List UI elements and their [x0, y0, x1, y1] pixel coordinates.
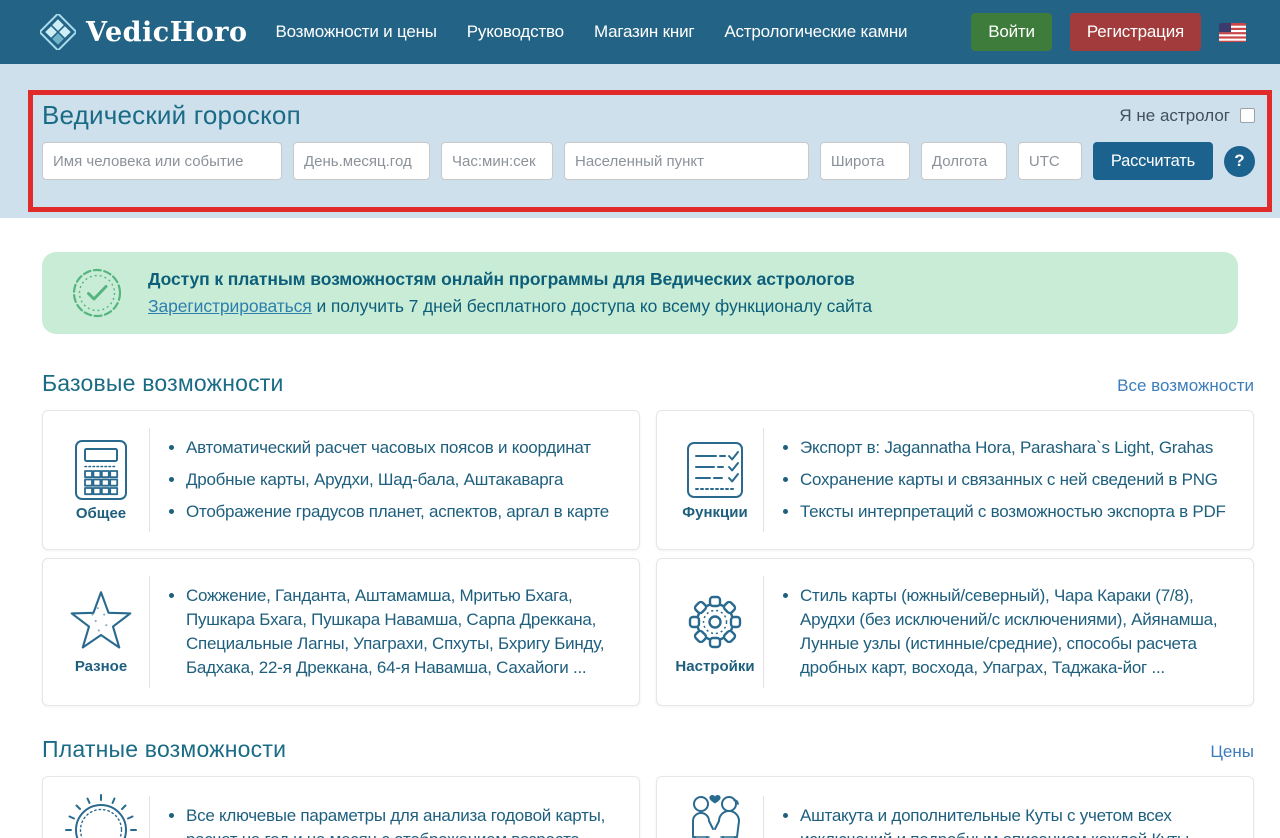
nav-actions: Войти Регистрация [971, 13, 1246, 51]
latitude-input[interactable] [820, 142, 910, 180]
us-flag-icon[interactable] [1219, 23, 1246, 42]
feature-list: Сожжение, Ганданта, Аштамамша, Мритью Бх… [150, 576, 625, 688]
basic-features-header: Базовые возможности Все возможности [42, 370, 1254, 397]
time-input[interactable] [441, 142, 553, 180]
basic-features-cards: Общее Автоматический расчет часовых пояс… [42, 410, 1254, 706]
nav-item-features-prices[interactable]: Возможности и цены [275, 22, 436, 42]
paid-features-title: Платные возможности [42, 736, 286, 763]
feature-bullet: Отображение градусов планет, аспектов, а… [186, 500, 609, 524]
star-icon [66, 589, 136, 655]
login-button[interactable]: Войти [971, 13, 1052, 51]
feature-bullet: Сожжение, Ганданта, Аштамамша, Мритью Бх… [186, 584, 625, 680]
basic-features-title: Базовые возможности [42, 370, 284, 397]
brand-logo[interactable]: VedicHoro [40, 14, 247, 50]
register-link[interactable]: Зарегистрироваться [148, 296, 312, 316]
trial-banner: Доступ к платным возможностям онлайн про… [42, 252, 1238, 334]
feature-bullet: Экспорт в: Jagannatha Hora, Parashara`s … [800, 436, 1226, 460]
feature-bullet: Аштакута и дополнительные Куты с учетом … [800, 804, 1239, 838]
city-input[interactable] [564, 142, 809, 180]
card-functions: Функции Экспорт в: Jagannatha Hora, Para… [656, 410, 1254, 550]
gear-icon [682, 589, 748, 655]
card-label: Общее [76, 505, 126, 522]
banner-subtitle: Зарегистрироваться и получить 7 дней бес… [148, 293, 872, 320]
name-input[interactable] [42, 142, 282, 180]
horoscope-form: Рассчитать ? [42, 142, 1255, 180]
calculate-button[interactable]: Рассчитать [1093, 142, 1213, 180]
feature-list: Стиль карты (южный/северный), Чара Карак… [764, 576, 1239, 688]
feature-bullet: Дробные карты, Арудхи, Шад-бала, Аштакав… [186, 468, 609, 492]
badge-check-icon [70, 266, 124, 320]
not-astrologer-checkbox[interactable] [1240, 108, 1255, 123]
card-label: Функции [682, 504, 747, 521]
vedichoro-logo-icon [40, 14, 76, 50]
not-astrologer-label: Я не астролог [1119, 106, 1230, 126]
not-astrologer-row: Я не астролог [1119, 106, 1255, 126]
nav-item-bookstore[interactable]: Магазин книг [594, 22, 694, 42]
feature-list: Все ключевые параметры для анализа годов… [150, 796, 625, 838]
couple-icon [677, 791, 753, 838]
longitude-input[interactable] [921, 142, 1007, 180]
prices-link[interactable]: Цены [1210, 742, 1254, 762]
card-misc: Разное Сожжение, Ганданта, Аштамамша, Мр… [42, 558, 640, 706]
navbar: VedicHoro Возможности и цены Руководство… [0, 0, 1280, 64]
page-title: Ведический гороскоп [42, 100, 301, 131]
feature-list: Экспорт в: Jagannatha Hora, Parashara`s … [764, 428, 1226, 532]
feature-bullet: Тексты интерпретаций с возможностью эксп… [800, 500, 1226, 524]
feature-list: Аштакута и дополнительные Куты с учетом … [764, 796, 1239, 838]
card-settings: Настройки Стиль карты (южный/северный), … [656, 558, 1254, 706]
all-features-link[interactable]: Все возможности [1117, 376, 1254, 396]
utc-input[interactable] [1018, 142, 1082, 180]
card-label: Разное [75, 658, 127, 675]
help-icon[interactable]: ? [1224, 146, 1255, 177]
main-content: Доступ к платным возможностям онлайн про… [0, 252, 1280, 838]
banner-title: Доступ к платным возможностям онлайн про… [148, 266, 872, 293]
checklist-icon [684, 439, 746, 501]
banner-subtitle-text: и получить 7 дней бесплатного доступа ко… [312, 296, 872, 316]
card-general: Общее Автоматический расчет часовых пояс… [42, 410, 640, 550]
nav-links: Возможности и цены Руководство Магазин к… [275, 22, 907, 42]
card-compatibility: Аштакута и дополнительные Куты с учетом … [656, 776, 1254, 838]
card-varshaphala: Все ключевые параметры для анализа годов… [42, 776, 640, 838]
date-input[interactable] [293, 142, 430, 180]
register-button[interactable]: Регистрация [1070, 13, 1201, 51]
hero-section: Ведический гороскоп Я не астролог Рассчи… [0, 64, 1280, 218]
feature-bullet: Сохранение карты и связанных с ней сведе… [800, 468, 1226, 492]
sun-icon [62, 791, 140, 838]
card-label: Настройки [675, 658, 754, 675]
feature-list: Автоматический расчет часовых поясов и к… [150, 428, 609, 532]
feature-bullet: Все ключевые параметры для анализа годов… [186, 804, 625, 838]
nav-item-guide[interactable]: Руководство [467, 22, 564, 42]
feature-bullet: Стиль карты (южный/северный), Чара Карак… [800, 584, 1239, 680]
calculator-icon [72, 438, 130, 502]
paid-features-header: Платные возможности Цены [42, 736, 1254, 763]
feature-bullet: Автоматический расчет часовых поясов и к… [186, 436, 609, 460]
paid-features-cards: Все ключевые параметры для анализа годов… [42, 776, 1254, 838]
brand-name: VedicHoro [86, 17, 247, 48]
nav-item-astro-stones[interactable]: Астрологические камни [724, 22, 907, 42]
horoscope-form-highlight: Ведический гороскоп Я не астролог Рассчи… [28, 90, 1272, 212]
